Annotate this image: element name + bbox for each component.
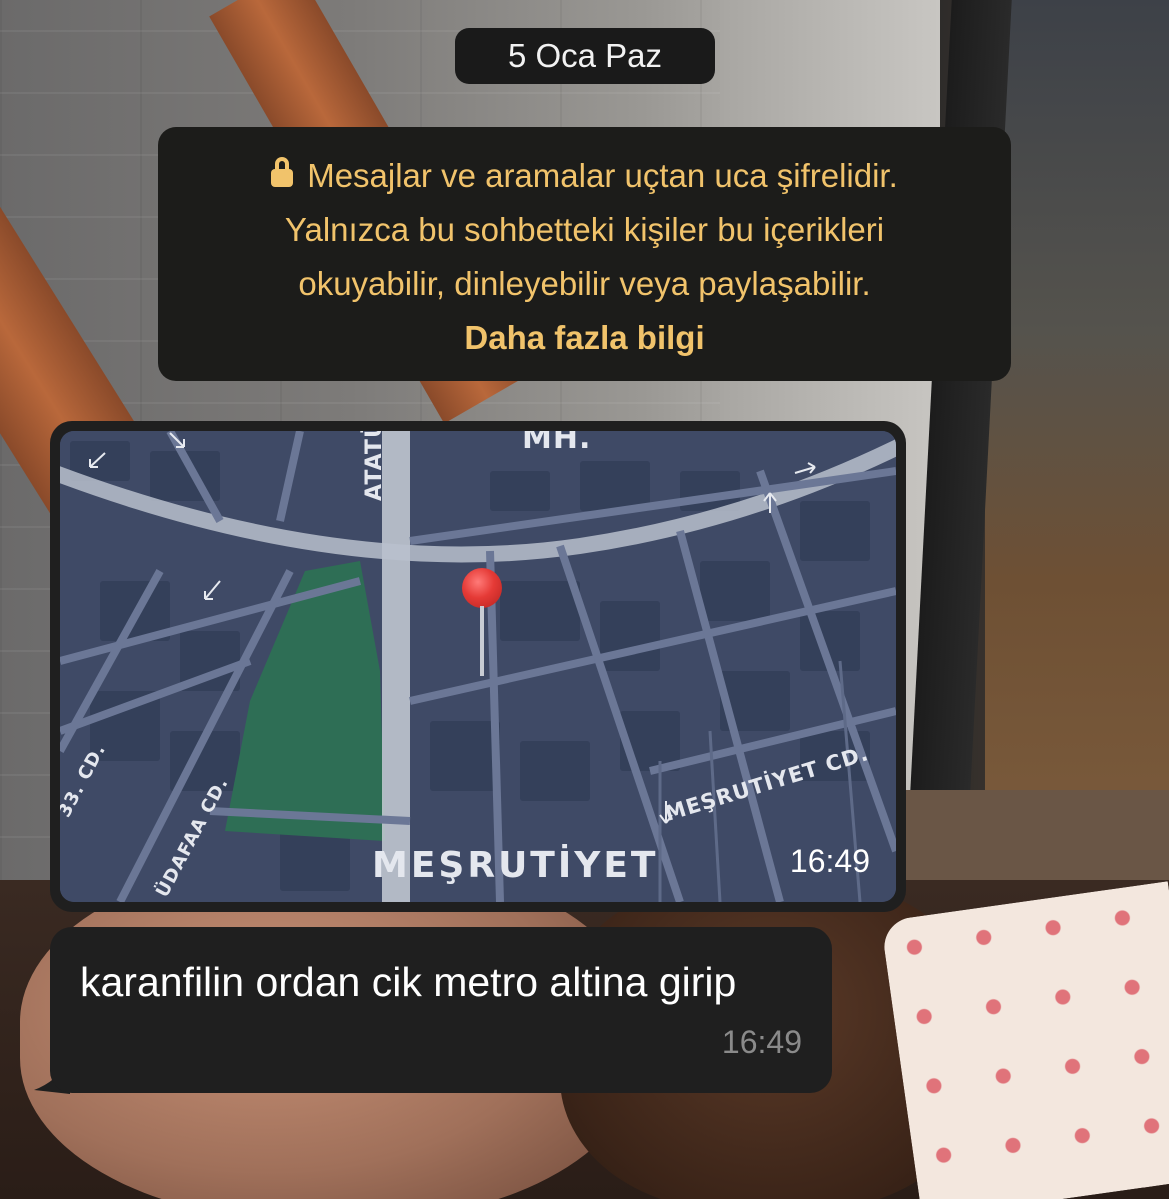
encryption-notice-line-2: Yalnızca bu sohbetteki kişiler bu içerik… xyxy=(284,211,885,248)
encryption-notice-text: Mesajlar ve aramalar uçtan uca şifrelidi… xyxy=(307,157,898,194)
encryption-notice[interactable]: Mesajlar ve aramalar uçtan uca şifrelidi… xyxy=(158,127,1011,381)
map-pin-icon xyxy=(462,568,502,678)
wallpaper-window-view xyxy=(985,0,1169,830)
map-label-mesrutiyet: MEŞRUTİYET xyxy=(372,845,659,886)
map-preview[interactable]: MH. ATATÜ 33. CD. ÜDAFAA CD. MEŞRUTİYET … xyxy=(60,431,896,902)
text-message-bubble[interactable]: karanfilin ordan cik metro altina girip … xyxy=(50,927,832,1093)
wallpaper-floral-dress xyxy=(880,881,1169,1199)
location-message-bubble[interactable]: MH. ATATÜ 33. CD. ÜDAFAA CD. MEŞRUTİYET … xyxy=(50,421,906,912)
message-timestamp: 16:49 xyxy=(721,1024,802,1060)
message-text: karanfilin ordan cik metro altina girip xyxy=(80,959,737,1005)
message-timestamp: 16:49 xyxy=(789,843,870,879)
map-label-ataturk: ATATÜ xyxy=(362,431,387,501)
encryption-notice-line-3: okuyabilir, dinleyebilir veya paylaşabil… xyxy=(298,265,871,302)
encryption-notice-line-1: Mesajlar ve aramalar uçtan uca şifrelidi… xyxy=(188,149,981,203)
lock-icon xyxy=(271,157,294,189)
map-label-district: MH. xyxy=(522,431,592,456)
date-separator: 5 Oca Paz xyxy=(455,28,715,84)
learn-more-link[interactable]: Daha fazla bilgi xyxy=(188,311,981,365)
